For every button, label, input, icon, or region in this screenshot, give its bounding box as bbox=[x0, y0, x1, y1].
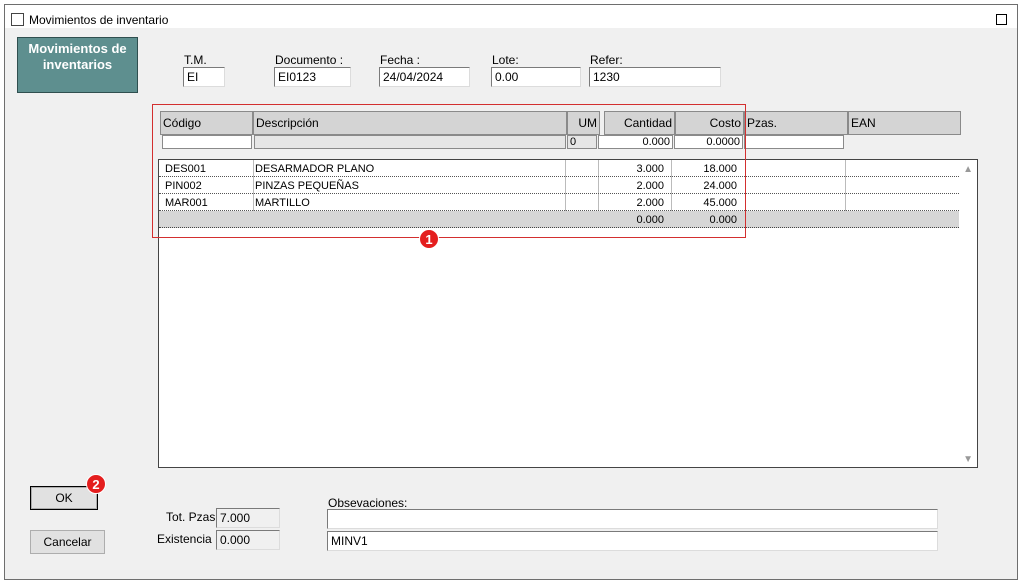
window-title: Movimientos de inventario bbox=[29, 13, 169, 27]
fecha-label: Fecha : bbox=[380, 53, 421, 67]
lote-label: Lote: bbox=[492, 53, 519, 67]
scroll-down-icon[interactable]: ▼ bbox=[963, 454, 973, 465]
pzas-input[interactable] bbox=[744, 135, 844, 149]
tm-field[interactable]: EI bbox=[183, 67, 225, 87]
col-pzas-header[interactable]: Pzas. bbox=[744, 111, 848, 135]
existencia-label: Existencia : bbox=[157, 532, 219, 546]
cancel-button[interactable]: Cancelar bbox=[30, 530, 105, 554]
title-bar: Movimientos de inventario bbox=[5, 5, 1017, 29]
refer-label: Refer: bbox=[590, 53, 623, 67]
lote-field[interactable]: 0.00 bbox=[491, 67, 581, 87]
tm-label: T.M. bbox=[184, 53, 207, 67]
documento-label: Documento : bbox=[275, 53, 344, 67]
callout-badge-2: 2 bbox=[86, 474, 106, 494]
brand-panel: Movimientos de inventarios bbox=[17, 37, 138, 93]
tot-pzas-field: 7.000 bbox=[216, 508, 280, 528]
observaciones-field-2[interactable]: MINV1 bbox=[327, 531, 938, 551]
documento-field[interactable]: EI0123 bbox=[274, 67, 351, 87]
highlight-box bbox=[152, 104, 746, 238]
maximize-icon[interactable] bbox=[996, 14, 1007, 25]
refer-field[interactable]: 1230 bbox=[589, 67, 721, 87]
observaciones-label: Obsevaciones: bbox=[328, 496, 408, 510]
scroll-up-icon[interactable]: ▲ bbox=[963, 164, 973, 175]
observaciones-field-1[interactable] bbox=[327, 509, 938, 529]
brand-line-1: Movimientos de bbox=[28, 41, 127, 56]
existencia-field: 0.000 bbox=[216, 530, 280, 550]
callout-badge-1: 1 bbox=[419, 229, 439, 249]
col-ean-header[interactable]: EAN bbox=[848, 111, 961, 135]
brand-line-2: inventarios bbox=[42, 57, 113, 72]
tot-pzas-label: Tot. Pzas. bbox=[166, 510, 219, 524]
fecha-field[interactable]: 24/04/2024 bbox=[379, 67, 470, 87]
window-icon bbox=[11, 13, 24, 26]
